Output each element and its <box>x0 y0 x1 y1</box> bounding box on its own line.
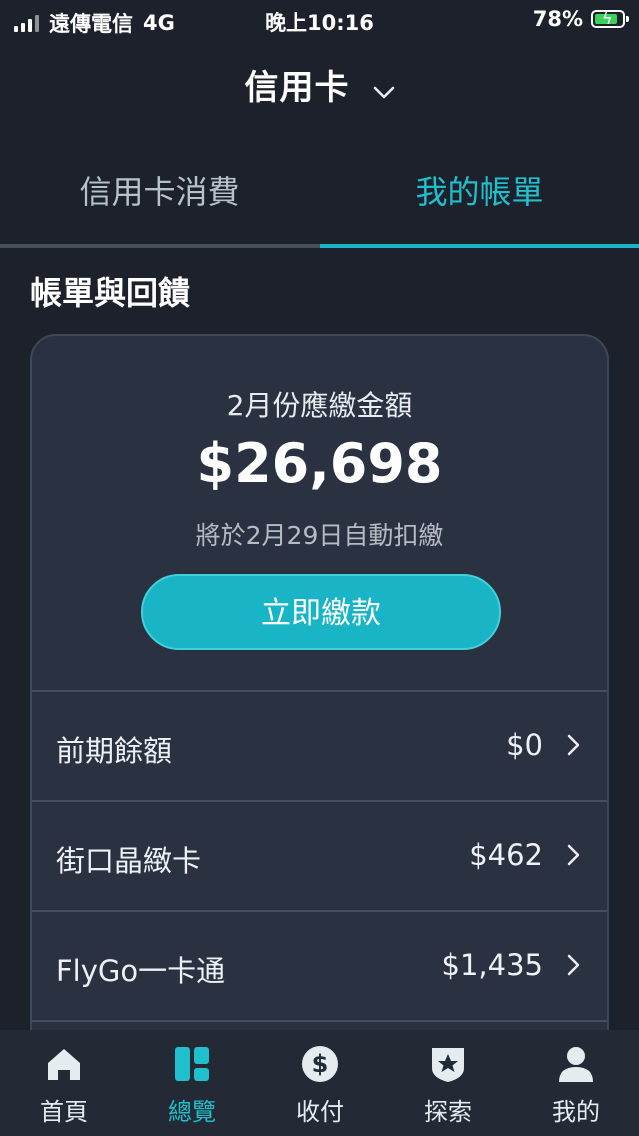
tab-label: 探索 <box>424 1098 472 1126</box>
page-header[interactable]: 信用卡 <box>0 60 639 109</box>
tab-label: 我的 <box>552 1098 600 1126</box>
page-title: 信用卡 <box>244 68 350 108</box>
list-item[interactable]: 街口晶緻卡 $462 <box>32 800 607 912</box>
battery-percent: 78% <box>532 7 583 31</box>
row-value: $462 <box>469 838 543 872</box>
row-value: $1,435 <box>441 948 543 982</box>
tab-my-bill[interactable]: 我的帳單 <box>320 160 639 230</box>
row-label: FlyGo一卡通 <box>56 954 226 988</box>
home-icon <box>44 1044 84 1084</box>
autopay-note: 將於2月29日自動扣繳 <box>195 521 444 550</box>
row-label: 前期餘額 <box>56 734 173 768</box>
tab-label: 首頁 <box>40 1098 88 1126</box>
tab-bar-top: 信用卡消費 我的帳單 <box>0 160 639 248</box>
bottom-tab-bar: 首頁 總覽 $ 收付 探索 我的 <box>0 1030 639 1136</box>
row-label: 街口晶緻卡 <box>56 844 202 878</box>
status-right: 78% ϟ <box>532 7 629 31</box>
tab-home[interactable]: 首頁 <box>0 1030 128 1136</box>
tab-payments[interactable]: $ 收付 <box>256 1030 384 1136</box>
due-amount: $26,698 <box>196 432 443 495</box>
status-bar: 遠傳電信 4G 晚上10:16 78% ϟ <box>0 0 639 44</box>
list-item[interactable]: 前期餘額 $0 <box>32 690 607 802</box>
overview-icon <box>172 1044 212 1084</box>
chevron-right-icon <box>567 734 581 760</box>
tab-overview[interactable]: 總覽 <box>128 1030 256 1136</box>
star-badge-icon <box>428 1044 468 1084</box>
tab-active-indicator <box>320 244 639 248</box>
bill-card: 2月份應繳金額 $26,698 將於2月29日自動扣繳 立即繳款 前期餘額 $0… <box>30 334 609 1094</box>
chevron-right-icon <box>567 844 581 870</box>
user-icon <box>556 1044 596 1084</box>
due-label: 2月份應繳金額 <box>226 389 413 422</box>
svg-text:$: $ <box>312 1050 329 1078</box>
list-item[interactable]: FlyGo一卡通 $1,435 <box>32 910 607 1022</box>
pay-now-button[interactable]: 立即繳款 <box>141 574 501 650</box>
row-value: $0 <box>506 728 543 762</box>
section-title: 帳單與回饋 <box>30 274 191 312</box>
chevron-right-icon <box>567 954 581 980</box>
chevron-down-icon[interactable] <box>373 85 395 104</box>
battery-icon: ϟ <box>591 9 629 28</box>
tab-explore[interactable]: 探索 <box>384 1030 512 1136</box>
tab-card-spending[interactable]: 信用卡消費 <box>0 160 319 230</box>
tab-label: 收付 <box>296 1098 344 1126</box>
tab-profile[interactable]: 我的 <box>512 1030 639 1136</box>
dollar-icon: $ <box>300 1044 340 1084</box>
tab-label: 總覽 <box>168 1098 216 1126</box>
tab-divider <box>0 244 320 248</box>
